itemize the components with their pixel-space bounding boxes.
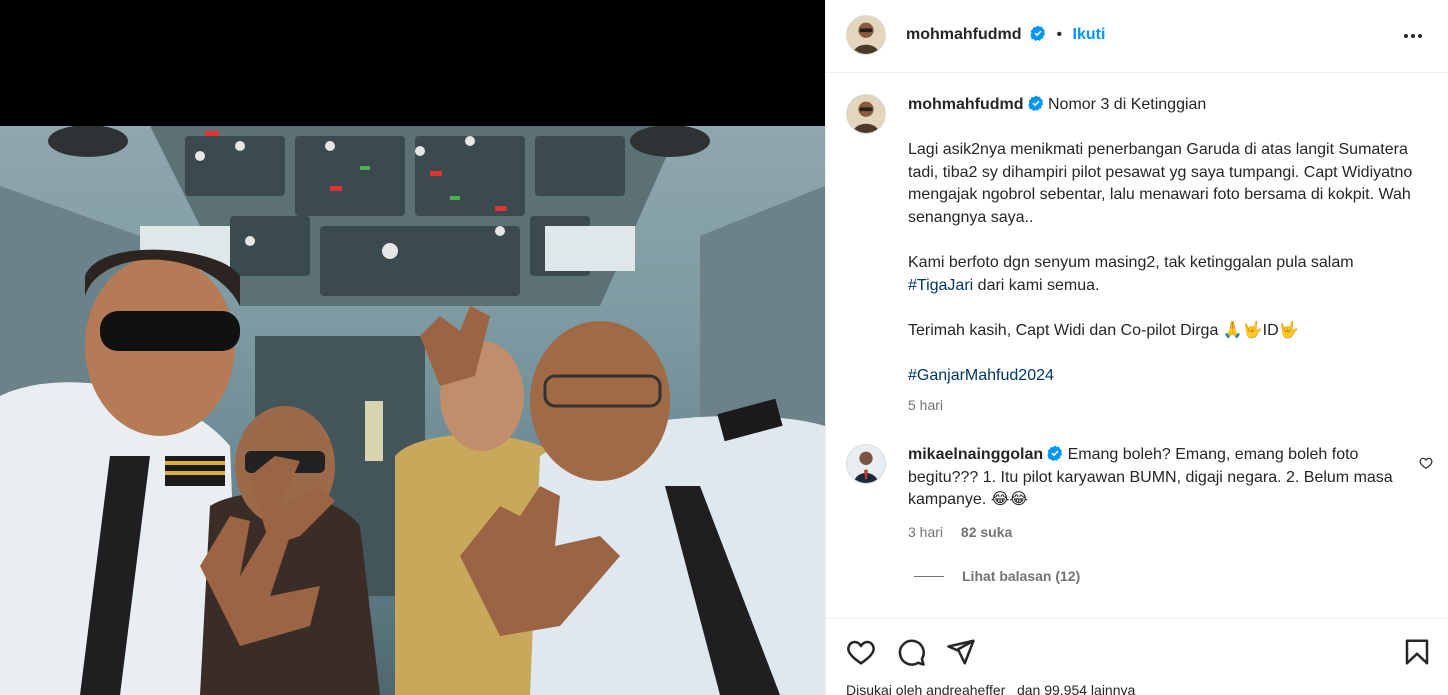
- post-panel: mohmahfudmd • Ikuti mohmahfudmd Nomor 3 …: [825, 0, 1448, 695]
- commenter-username[interactable]: mikaelnainggolan: [908, 446, 1043, 463]
- comment-icon[interactable]: [896, 637, 926, 667]
- share-icon[interactable]: [946, 637, 976, 667]
- follow-button[interactable]: Ikuti: [1073, 26, 1106, 43]
- comment-timestamp[interactable]: 3 hari: [908, 524, 943, 540]
- caption-paragraph-2-start: Kami berfoto dgn senyum masing2, tak ket…: [908, 254, 1354, 272]
- hashtag-tigajari[interactable]: #TigaJari: [908, 277, 973, 294]
- comment-text: mikaelnainggolan Emang boleh? Emang, ema…: [908, 444, 1398, 512]
- verified-badge-icon: [1028, 95, 1043, 111]
- hashtag-ganjarmahfud2024[interactable]: #GanjarMahfud2024: [908, 367, 1054, 384]
- view-replies-label: Lihat balasan (12): [962, 568, 1081, 584]
- caption-username[interactable]: mohmahfudmd: [908, 96, 1024, 113]
- commenter-avatar-image: [847, 445, 885, 483]
- comment-likes[interactable]: 82 suka: [961, 524, 1012, 540]
- replies-divider-line: [914, 575, 944, 577]
- caption-paragraph-3: Terimah kasih, Capt Widi dan Co-pilot Di…: [908, 321, 1299, 339]
- view-replies-button[interactable]: Lihat balasan (12): [914, 568, 1080, 584]
- bookmark-icon[interactable]: [1402, 637, 1432, 667]
- caption-avatar[interactable]: [846, 94, 886, 134]
- commenter-avatar[interactable]: [846, 444, 886, 484]
- comment-meta: 3 hari 82 suka: [908, 524, 1026, 540]
- author-avatar-image: [847, 16, 885, 54]
- caption-paragraph-1: Lagi asik2nya menikmati penerbangan Garu…: [908, 141, 1413, 226]
- liked-by-summary[interactable]: Disukai oleh andreaheffer_ dan 99.954 la…: [846, 682, 1135, 695]
- post-media[interactable]: [0, 0, 825, 695]
- author-username[interactable]: mohmahfudmd: [906, 26, 1022, 43]
- cockpit-photo[interactable]: [0, 126, 825, 695]
- author-avatar[interactable]: [846, 15, 886, 55]
- verified-badge-icon: [1047, 445, 1063, 461]
- heart-icon[interactable]: [846, 637, 876, 667]
- verified-badge-icon: [1030, 25, 1046, 41]
- header-separator: •: [1056, 26, 1063, 43]
- caption-paragraph-2-end: dari kami semua.: [973, 276, 1100, 294]
- caption-paragraph-2: Kami berfoto dgn senyum masing2, tak ket…: [908, 252, 1418, 297]
- caption-timestamp[interactable]: 5 hari: [908, 394, 1418, 417]
- more-options-icon[interactable]: [1401, 24, 1425, 48]
- header-meta: mohmahfudmd • Ikuti: [906, 25, 1105, 44]
- caption-text: mohmahfudmd Nomor 3 di Ketinggian Lagi a…: [908, 94, 1418, 416]
- comment-like-heart-icon[interactable]: [1419, 456, 1433, 470]
- caption-title: Nomor 3 di Ketinggian: [1048, 96, 1207, 113]
- caption-avatar-image: [847, 95, 885, 133]
- post-header: mohmahfudmd • Ikuti: [826, 0, 1448, 73]
- cockpit-selfie-image: [0, 126, 825, 695]
